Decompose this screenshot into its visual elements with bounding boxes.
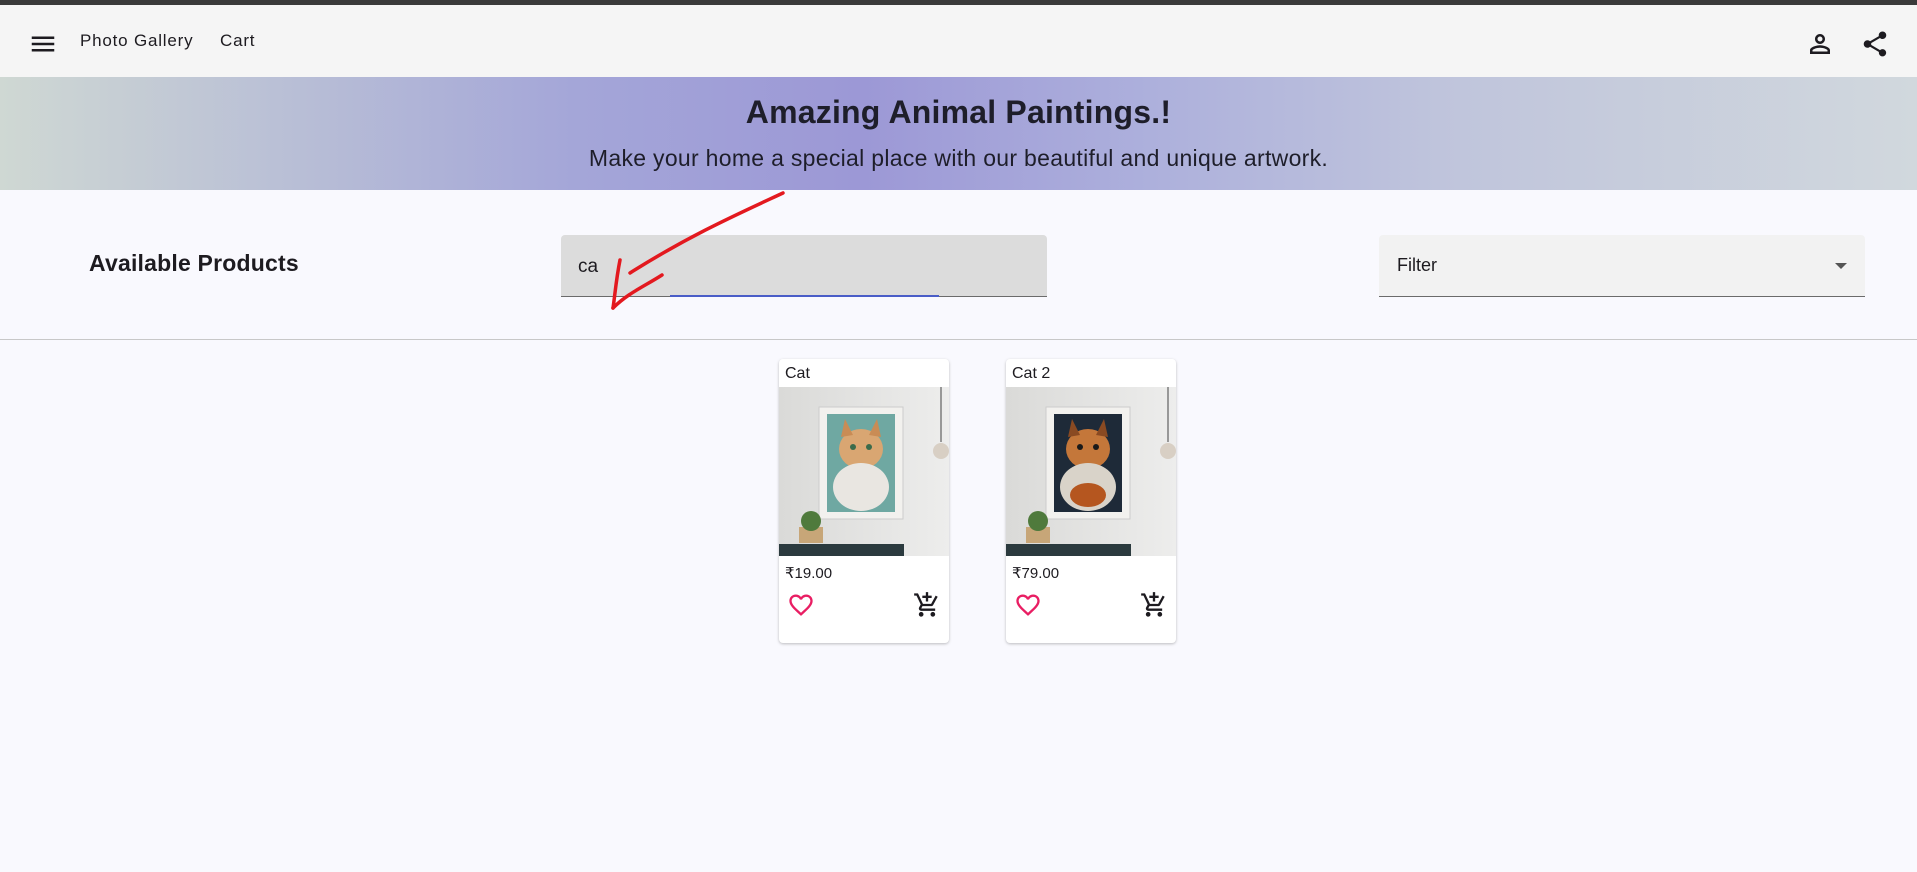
heart-outline-icon[interactable] [1014, 591, 1042, 619]
add-shopping-cart-icon[interactable] [913, 591, 941, 619]
divider [0, 339, 1917, 340]
product-title: Cat [785, 365, 810, 382]
product-title: Cat 2 [1012, 365, 1051, 382]
section-title: Available Products [89, 250, 299, 276]
search-field[interactable] [561, 235, 1047, 297]
filter-label: Filter [1397, 255, 1437, 275]
product-card[interactable]: Cat 2 ₹79.00 [1006, 359, 1176, 643]
person-icon[interactable] [1805, 29, 1835, 59]
search-focus-underline [670, 295, 939, 297]
dropdown-arrow-icon [1835, 263, 1847, 269]
product-image[interactable] [779, 387, 949, 556]
nav-cart[interactable]: Cart [220, 31, 255, 51]
heart-outline-icon[interactable] [787, 591, 815, 619]
menu-icon[interactable] [28, 29, 58, 59]
product-price: ₹79.00 [1012, 565, 1060, 582]
top-app-bar: Photo Gallery Cart [0, 5, 1917, 77]
product-card[interactable]: Cat ₹19.00 [779, 359, 949, 643]
filter-select[interactable]: Filter [1379, 235, 1865, 297]
share-icon[interactable] [1860, 29, 1890, 59]
product-image[interactable] [1006, 387, 1176, 556]
hero-banner: Amazing Animal Paintings.! Make your hom… [0, 77, 1917, 190]
nav-photo-gallery[interactable]: Photo Gallery [80, 31, 193, 51]
banner-subtitle: Make your home a special place with our … [588, 145, 1329, 171]
add-shopping-cart-icon[interactable] [1140, 591, 1168, 619]
search-input[interactable] [578, 253, 1018, 281]
banner-title: Amazing Animal Paintings.! [745, 94, 1172, 130]
product-price: ₹19.00 [785, 565, 833, 582]
